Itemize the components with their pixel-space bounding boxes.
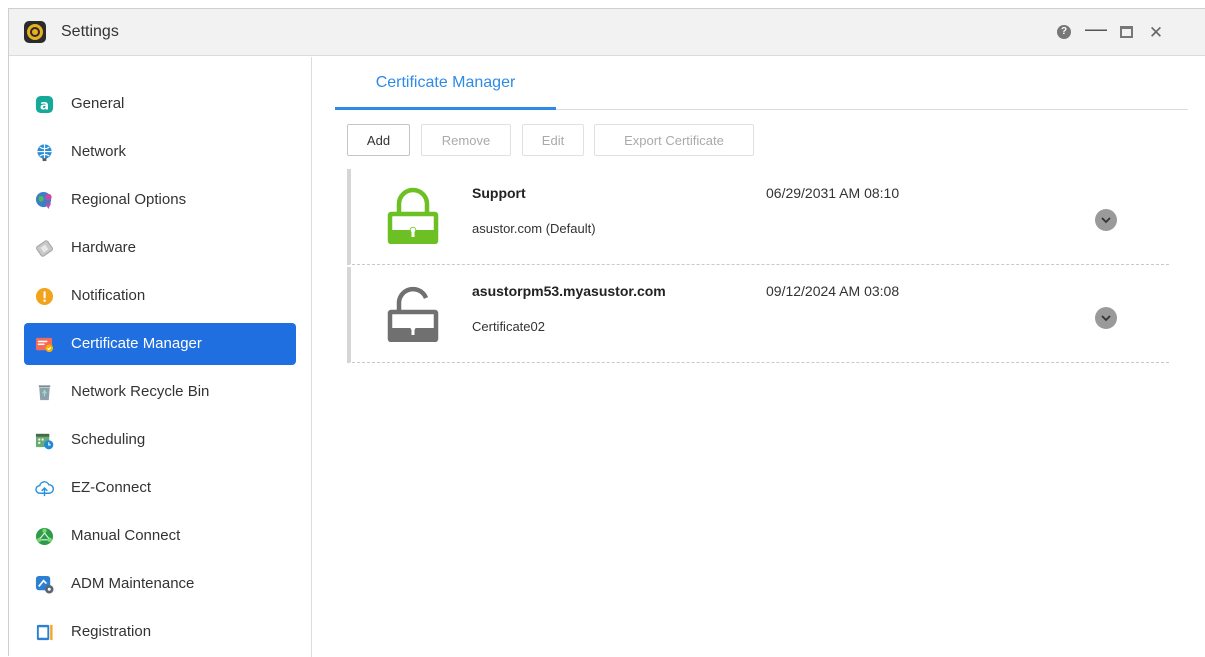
certificate-expiration: 09/12/2024 AM 03:08 <box>766 283 900 299</box>
certificate-expiration: 06/29/2031 AM 08:10 <box>766 185 900 201</box>
sidebar-item-network[interactable]: Network <box>24 131 296 173</box>
certificate-row[interactable]: Support asustor.com (Default) 06/29/2031… <box>347 169 1169 265</box>
manual-connect-icon <box>35 527 54 546</box>
main-content: Certificate Manager Add Remove Edit Expo… <box>313 57 1205 657</box>
certificate-name: Support <box>472 185 526 201</box>
sidebar-item-notification[interactable]: Notification <box>24 275 296 317</box>
certificate-row[interactable]: asustorpm53.myasustor.com Certificate02 … <box>347 267 1169 363</box>
minimize-button[interactable]: — <box>1085 16 1107 41</box>
remove-button[interactable]: Remove <box>421 124 511 156</box>
tab-divider <box>556 109 1188 110</box>
maintenance-icon <box>35 575 54 594</box>
sidebar-item-label: ADM Maintenance <box>71 575 195 592</box>
notification-icon <box>35 287 54 306</box>
expand-button[interactable] <box>1095 307 1117 329</box>
sidebar-item-general[interactable]: a General <box>24 83 296 125</box>
sidebar-item-label: Notification <box>71 287 146 304</box>
sidebar-item-certificate-manager[interactable]: Certificate Manager <box>24 323 296 365</box>
certificate-description: asustor.com (Default) <box>472 221 596 236</box>
sidebar-item-label: Network <box>71 143 127 160</box>
sidebar-item-regional-options[interactable]: Regional Options <box>24 179 296 221</box>
help-button[interactable]: ? <box>1054 22 1074 42</box>
sidebar-item-adm-maintenance[interactable]: ADM Maintenance <box>24 563 296 605</box>
sidebar-item-label: Network Recycle Bin <box>71 383 210 400</box>
close-icon: ✕ <box>1148 22 1164 42</box>
sidebar-item-label: Manual Connect <box>71 527 181 544</box>
chevron-down-icon <box>1101 216 1111 223</box>
registration-icon <box>36 624 53 641</box>
expand-button[interactable] <box>1095 209 1117 231</box>
sidebar-item-scheduling[interactable]: Scheduling <box>24 419 296 461</box>
calendar-clock-icon <box>35 433 54 450</box>
maximize-button[interactable] <box>1116 22 1136 42</box>
general-icon: a <box>35 95 54 113</box>
globe-icon <box>37 144 52 162</box>
title-bar: Settings ? — ✕ <box>9 9 1205 56</box>
add-button[interactable]: Add <box>347 124 410 156</box>
window-title: Settings <box>61 23 119 40</box>
certificate-icon <box>35 337 54 353</box>
sidebar-item-label: Scheduling <box>71 431 146 448</box>
cloud-upload-icon <box>35 481 54 497</box>
export-certificate-button[interactable]: Export Certificate <box>594 124 754 156</box>
locked-padlock-icon <box>387 187 439 244</box>
svg-text:a: a <box>40 98 49 113</box>
tab-certificate-manager[interactable]: Certificate Manager <box>335 73 556 110</box>
sidebar-item-label: EZ-Connect <box>71 479 152 496</box>
recycle-bin-icon <box>38 385 51 401</box>
sidebar-item-hardware[interactable]: Hardware <box>24 227 296 269</box>
sidebar-item-ez-connect[interactable]: EZ-Connect <box>24 467 296 509</box>
settings-gear-icon <box>24 21 46 43</box>
sidebar-item-label: Certificate Manager <box>71 335 202 352</box>
sidebar-item-manual-connect[interactable]: Manual Connect <box>24 515 296 557</box>
certificate-description: Certificate02 <box>472 319 545 334</box>
sidebar: a General Network Regional Options Hardw… <box>9 57 312 657</box>
close-button[interactable]: ✕ <box>1146 22 1166 42</box>
sidebar-item-label: Regional Options <box>71 191 187 208</box>
unlocked-padlock-icon <box>387 286 439 342</box>
sidebar-item-network-recycle-bin[interactable]: Network Recycle Bin <box>24 371 296 413</box>
edit-button[interactable]: Edit <box>522 124 584 156</box>
active-tab-indicator <box>335 107 556 110</box>
chevron-down-icon <box>1101 314 1111 321</box>
certificate-name: asustorpm53.myasustor.com <box>472 283 666 299</box>
sidebar-item-label: Registration <box>71 623 152 640</box>
regional-options-icon <box>35 191 52 210</box>
sidebar-item-label: General <box>71 95 125 112</box>
help-icon: ? <box>1057 25 1071 39</box>
settings-window: Settings ? — ✕ a General Network Regiona… <box>8 8 1205 657</box>
sidebar-item-registration[interactable]: Registration <box>24 611 296 653</box>
sidebar-item-label: Hardware <box>71 239 137 256</box>
hardware-icon <box>36 240 53 257</box>
maximize-icon <box>1119 26 1133 38</box>
minimize-icon: — <box>1085 16 1107 41</box>
